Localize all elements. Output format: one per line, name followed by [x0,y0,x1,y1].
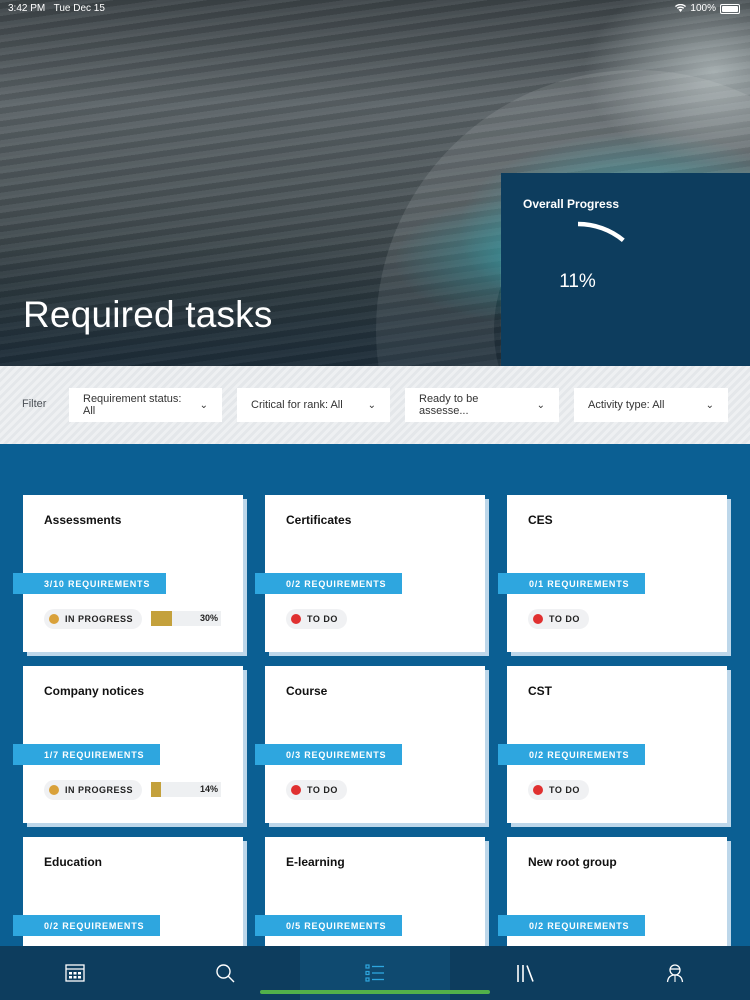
card-progress-fill [151,611,172,626]
status-bar: 3:42 PM Tue Dec 15 100% [0,0,750,18]
to-do-dot-icon [291,614,301,624]
tab-dashboard[interactable] [0,946,150,1000]
filter-critical-for-rank[interactable]: Critical for rank: All ⌄ [237,388,390,422]
to-do-dot-icon [533,614,543,624]
card-title: CST [528,684,552,698]
status-text: TO DO [307,614,338,624]
filter-label: Filter [22,398,47,410]
requirements-badge: 0/2 REQUIREMENTS [255,573,403,594]
requirements-badge: 0/1 REQUIREMENTS [498,573,646,594]
filter-critical-for-rank-text: Critical for rank: All [251,399,343,411]
task-card-wrapper: CST 0/2 REQUIREMENTS TO DO [498,666,731,827]
tab-profile[interactable] [600,946,750,1000]
wifi-icon [675,3,687,14]
status-badge: IN PROGRESS [44,609,143,629]
chevron-down-icon: ⌄ [536,399,545,411]
status-badge: IN PROGRESS [44,780,143,800]
status-time-text: 3:42 PM [8,3,46,14]
requirements-badge: 0/3 REQUIREMENTS [255,744,403,765]
card-title: Certificates [286,513,352,527]
card-progress-text: 14% [199,784,218,794]
task-card-new-root-group[interactable]: New root group 0/2 REQUIREMENTS [498,837,727,946]
task-card-company-notices[interactable]: Company notices 1/7 REQUIREMENTS IN PROG… [13,666,243,823]
requirements-badge: 0/2 REQUIREMENTS [498,744,646,765]
in-progress-dot-icon [49,614,59,624]
overall-progress-panel: Overall Progress 11% [501,173,750,366]
requirements-badge: 0/5 REQUIREMENTS [255,915,403,936]
status-text: TO DO [549,614,580,624]
card-title: E-learning [286,855,345,869]
battery-percent: 100% [690,3,716,14]
card-title: CES [528,513,553,527]
filter-activity-type[interactable]: Activity type: All ⌄ [574,388,728,422]
card-progress-bar: 30% [151,611,221,626]
filter-requirement-status[interactable]: Requirement status: All ⌄ [69,388,222,422]
requirements-badge: 1/7 REQUIREMENTS [13,744,161,765]
task-groups-grid: Assessments 3/10 REQUIREMENTS IN PROGRES… [0,444,750,946]
to-do-dot-icon [291,785,301,795]
status-text: TO DO [549,785,580,795]
status-text: IN PROGRESS [65,785,134,795]
status-badge: TO DO [286,780,347,800]
task-card-wrapper: Assessments 3/10 REQUIREMENTS IN PROGRES… [13,495,247,656]
card-title: Company notices [44,684,145,698]
task-card-certificates[interactable]: Certificates 0/2 REQUIREMENTS TO DO [255,495,485,652]
task-card-e-learning[interactable]: E-learning 0/5 REQUIREMENTS [255,837,485,946]
status-badge: TO DO [286,609,347,629]
card-title: Assessments [44,513,122,527]
chevron-down-icon: ⌄ [199,399,208,411]
card-title: Education [44,855,103,869]
card-progress-bar: 14% [151,782,221,797]
library-icon [517,965,534,982]
requirements-badge: 3/10 REQUIREMENTS [13,573,167,594]
search-icon [216,964,235,983]
status-date-text: Tue Dec 15 [53,3,105,14]
status-right: 100% [675,3,740,14]
status-badge: TO DO [528,609,589,629]
chevron-down-icon: ⌄ [367,399,376,411]
filter-requirement-status-text: Requirement status: All [83,393,182,417]
card-progress-fill [151,782,161,797]
task-card-assessments[interactable]: Assessments 3/10 REQUIREMENTS IN PROGRES… [13,495,243,652]
task-card-wrapper: Education 0/2 REQUIREMENTS [13,837,247,946]
to-do-dot-icon [533,785,543,795]
battery-icon [720,3,740,14]
profile-icon [666,964,684,983]
list-icon [365,964,384,982]
task-card-cst[interactable]: CST 0/2 REQUIREMENTS TO DO [498,666,727,823]
task-card-wrapper: New root group 0/2 REQUIREMENTS [498,837,731,946]
card-progress-text: 30% [199,613,218,623]
status-text: IN PROGRESS [65,614,134,624]
status-time: 3:42 PM Tue Dec 15 [8,3,105,14]
task-card-ces[interactable]: CES 0/1 REQUIREMENTS TO DO [498,495,727,652]
overall-progress-gauge [577,221,625,243]
task-card-wrapper: Certificates 0/2 REQUIREMENTS TO DO [255,495,489,656]
task-card-wrapper: CES 0/1 REQUIREMENTS TO DO [498,495,731,656]
filter-ready-to-be-assessed[interactable]: Ready to be assesse... ⌄ [405,388,559,422]
requirements-badge: 0/2 REQUIREMENTS [498,915,646,936]
overall-progress-value: 11% [559,271,596,292]
home-indicator [260,990,490,994]
page-title: Required tasks [23,294,273,335]
chevron-down-icon: ⌄ [705,399,714,411]
filter-ready-to-be-assessed-text: Ready to be assesse... [419,393,479,417]
filter-bar: Filter Requirement status: All ⌄ Critica… [0,366,750,444]
in-progress-dot-icon [49,785,59,795]
status-badge: TO DO [528,780,589,800]
task-card-wrapper: E-learning 0/5 REQUIREMENTS [255,837,489,946]
task-card-wrapper: Course 0/3 REQUIREMENTS TO DO [255,666,489,827]
card-title: Course [286,684,328,698]
status-text: TO DO [307,785,338,795]
dashboard-icon [65,964,85,982]
requirements-badge: 0/2 REQUIREMENTS [13,915,161,936]
overall-progress-arc [577,221,625,243]
task-card-course[interactable]: Course 0/3 REQUIREMENTS TO DO [255,666,485,823]
task-card-education[interactable]: Education 0/2 REQUIREMENTS [13,837,243,946]
task-card-wrapper: Company notices 1/7 REQUIREMENTS IN PROG… [13,666,247,827]
filter-activity-type-text: Activity type: All [588,399,665,411]
card-title: New root group [528,855,617,869]
